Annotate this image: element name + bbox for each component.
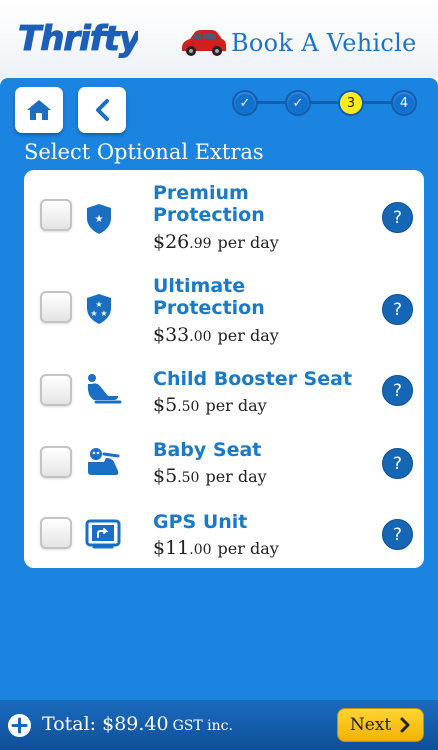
price-cents: .99 (189, 236, 212, 252)
gps-icon (85, 519, 121, 549)
price-dollars: $11 (153, 537, 190, 559)
price-cents: .00 (189, 542, 212, 558)
help-button[interactable]: ? (382, 294, 413, 325)
svg-text:Thrifty: Thrifty (18, 19, 138, 59)
footer-bar: Total: $89.40 GST inc. Next (0, 700, 438, 750)
shield-star-icon: ★ (87, 204, 111, 234)
thrifty-logo: Thrifty (18, 19, 139, 60)
next-button[interactable]: Next (337, 708, 424, 742)
price-cents: .50 (177, 470, 200, 486)
price-per: per day (205, 467, 267, 486)
page-title: Book A Vehicle (231, 29, 417, 57)
extra-ultimate-protection: ★ ★ ★ Ultimate Protection $33.00 per day … (24, 270, 424, 362)
step-1: ✓ (232, 90, 258, 116)
price-per: per day (217, 539, 279, 558)
checkbox-gps-unit[interactable] (40, 517, 72, 549)
help-button[interactable]: ? (382, 519, 413, 550)
svg-text:★: ★ (100, 309, 107, 318)
main-panel: ✓ ✓ 3 4 Select Optional Extras ★ Premium… (0, 78, 438, 700)
extra-child-booster-seat: Child Booster Seat $5.50 per day ? (24, 362, 424, 434)
home-button[interactable] (15, 87, 63, 133)
checkbox-premium-protection[interactable] (40, 199, 72, 231)
price-cents: .50 (177, 399, 200, 415)
baby-seat-icon (88, 448, 120, 475)
extra-name: Ultimate Protection (153, 275, 265, 319)
svg-text:★: ★ (95, 214, 104, 225)
shield-stars-icon: ★ ★ ★ (87, 294, 111, 324)
stepper-line (242, 101, 408, 104)
svg-text:★: ★ (90, 309, 97, 318)
price-dollars: $5 (153, 394, 178, 416)
extra-gps-unit: GPS Unit $11.00 per day ? (24, 504, 424, 568)
extra-name: Child Booster Seat (153, 368, 353, 390)
extra-price: $5.50 per day (153, 465, 267, 487)
extra-name: Premium Protection (153, 182, 265, 226)
extra-price: $5.50 per day (153, 394, 267, 416)
extra-premium-protection: ★ Premium Protection $26.99 per day ? (24, 170, 424, 270)
progress-stepper: ✓ ✓ 3 4 (232, 90, 418, 116)
extra-price: $11.00 per day (153, 537, 279, 559)
price-cents: .00 (189, 329, 212, 345)
step-4: 4 (391, 90, 417, 116)
extra-name: Baby Seat (153, 439, 262, 461)
extra-price: $26.99 per day (153, 231, 279, 253)
extra-price: $33.00 per day (153, 324, 279, 346)
checkbox-baby-seat[interactable] (40, 446, 72, 478)
price-dollars: $33 (153, 324, 190, 346)
total-price: Total: $89.40 GST inc. (42, 713, 233, 735)
section-title: Select Optional Extras (24, 140, 264, 164)
home-icon (27, 100, 51, 120)
next-label: Next (349, 715, 392, 735)
price-per: per day (217, 233, 279, 252)
plus-icon[interactable] (8, 714, 31, 737)
step-2: ✓ (285, 90, 311, 116)
step-3-current: 3 (338, 90, 364, 116)
price-dollars: $26 (153, 231, 190, 253)
total-amount: Total: $89.40 (42, 713, 169, 735)
price-per: per day (205, 396, 267, 415)
chevron-left-icon (96, 99, 109, 121)
extra-name: GPS Unit (153, 511, 248, 533)
price-per: per day (217, 326, 279, 345)
app-header: Thrifty Book A Vehicle (0, 0, 438, 78)
chevron-right-icon (400, 717, 410, 733)
checkbox-child-booster-seat[interactable] (40, 374, 72, 406)
price-dollars: $5 (153, 465, 178, 487)
help-button[interactable]: ? (382, 448, 413, 479)
booster-seat-icon (87, 374, 122, 404)
svg-text:★: ★ (95, 300, 102, 309)
help-button[interactable]: ? (382, 202, 413, 233)
help-button[interactable]: ? (382, 375, 413, 406)
extras-card: ★ Premium Protection $26.99 per day ? ★ ★… (24, 170, 424, 568)
checkbox-ultimate-protection[interactable] (40, 291, 72, 323)
extra-baby-seat: Baby Seat $5.50 per day ? (24, 434, 424, 504)
car-icon (182, 30, 226, 56)
gst-label: GST inc. (172, 718, 233, 734)
back-button[interactable] (78, 87, 126, 133)
